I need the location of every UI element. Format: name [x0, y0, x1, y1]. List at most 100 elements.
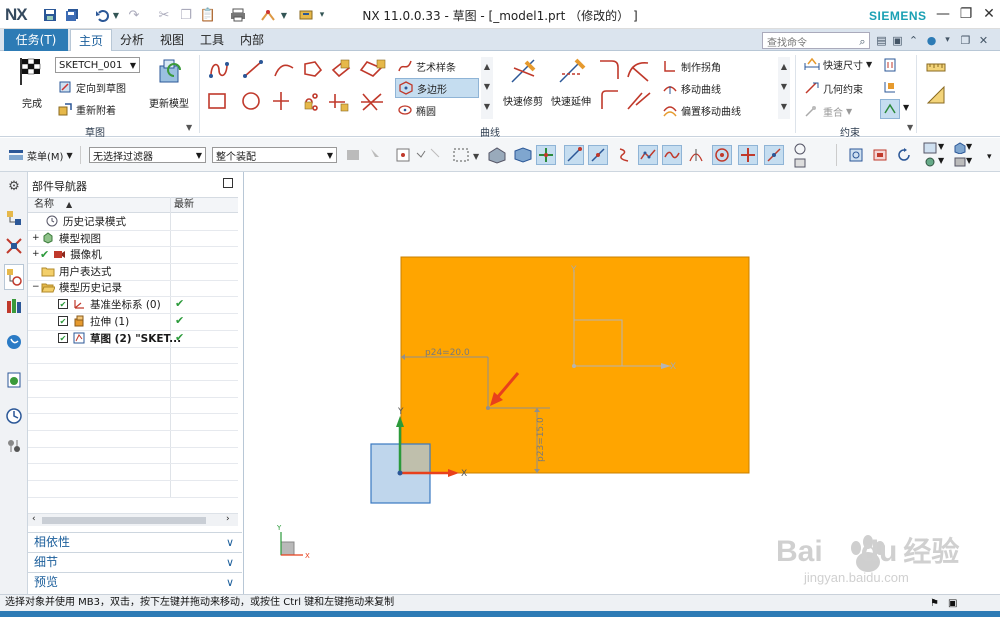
relations-browser-icon[interactable]	[880, 99, 900, 119]
tree-item-datum-csys[interactable]: ✔ 基准坐标系 (0)	[58, 296, 161, 313]
render-style-icon[interactable]	[920, 141, 940, 155]
snap-endpoint-icon[interactable]	[564, 145, 584, 165]
tree-item-model-history[interactable]: − 模型历史记录	[32, 279, 122, 296]
history-palette-icon[interactable]	[4, 370, 24, 390]
checkbox-checked[interactable]: ✔	[58, 333, 68, 344]
main-menu-button[interactable]: 菜单(M) ▼	[8, 147, 73, 163]
tab-internal[interactable]: 内部	[234, 29, 270, 51]
sort-ascending-icon[interactable]: ▲	[66, 197, 72, 213]
tab-analysis[interactable]: 分析	[114, 29, 150, 51]
quick-trim-button[interactable]: 快速修剪	[500, 55, 546, 108]
assembly-navigator-icon[interactable]	[4, 208, 24, 228]
snap-quadrant-icon[interactable]	[790, 142, 810, 156]
ruler-icon[interactable]	[926, 57, 946, 77]
checkbox-checked[interactable]: ✔	[58, 299, 68, 310]
help-icon[interactable]: ●	[924, 33, 939, 48]
background-icon[interactable]	[920, 155, 940, 169]
orient-view-dropdown-icon[interactable]: ▼	[966, 142, 972, 151]
horizontal-dimension[interactable]: p24=20.0	[425, 348, 470, 358]
edit-gallery-scroll[interactable]: ▲ ▼ ▼	[778, 57, 790, 119]
snap-arc-center-icon[interactable]	[712, 145, 732, 165]
flag-icon[interactable]: ⚑	[930, 596, 939, 612]
scroll-thumb[interactable]	[42, 517, 206, 524]
quick-extend-button[interactable]: 快速延伸	[548, 55, 594, 108]
angle-ruler-icon[interactable]	[926, 85, 946, 105]
reuse-library-icon[interactable]	[4, 296, 24, 316]
part-navigator-icon[interactable]	[4, 264, 24, 290]
type-filter-select[interactable]: 无选择过滤器 ▼	[89, 147, 206, 163]
render-style-dropdown-icon[interactable]: ▼	[938, 142, 944, 151]
snap-control-point-icon[interactable]	[614, 145, 634, 165]
show-constraints-icon[interactable]	[880, 77, 900, 97]
minimize-button[interactable]: —	[932, 4, 954, 24]
tree-item-history-mode[interactable]: 历史记录模式	[36, 213, 126, 230]
search-icon[interactable]: ⌕	[855, 34, 870, 49]
expand-icon[interactable]: +	[32, 233, 40, 243]
toolbar-options-icon[interactable]: ▾	[987, 152, 992, 162]
tree-item-sketch[interactable]: ✔ 草图 (2) "SKET...	[58, 330, 181, 347]
close-button[interactable]: ✕	[978, 4, 1000, 24]
settings-gear-icon[interactable]: ⚙	[4, 176, 24, 196]
restore-button[interactable]: ❐	[955, 4, 977, 24]
background-dropdown-icon[interactable]: ▼	[938, 156, 944, 165]
collapse-icon[interactable]: −	[32, 282, 40, 292]
snap-midpoint-icon[interactable]	[536, 145, 556, 165]
column-name-header[interactable]: 名称	[34, 197, 54, 213]
visible-check-icon[interactable]: ✔	[40, 248, 49, 261]
dependencies-section[interactable]: 相依性 ∨	[28, 532, 242, 551]
selection-scope-select[interactable]: 整个装配 ▼	[212, 147, 337, 163]
scroll-right-icon[interactable]: ›	[226, 514, 230, 524]
constraint-group-more-icon[interactable]: ▼	[907, 123, 913, 132]
tree-item-extrude[interactable]: ✔ 拉伸 (1)	[58, 313, 129, 330]
fit-view-icon[interactable]	[846, 145, 866, 165]
coincident-dropdown-icon[interactable]: ▼	[846, 107, 852, 116]
reattach-button[interactable]: 重新附着	[57, 101, 116, 117]
section-dropdown-icon[interactable]: ▼	[966, 156, 972, 165]
update-model-button[interactable]: 更新模型	[146, 55, 192, 110]
geometric-constraint-button[interactable]: 几何约束	[804, 80, 863, 96]
finish-sketch-button[interactable]: 完成	[10, 55, 54, 110]
snap-intersection-icon[interactable]	[638, 145, 658, 165]
vertical-dimension[interactable]: p23=15.0	[536, 417, 546, 462]
horizontal-scrollbar[interactable]: ‹ ›	[28, 513, 238, 526]
tab-view[interactable]: 视图	[154, 29, 190, 51]
rotate-view-icon[interactable]	[894, 145, 914, 165]
art-spline-button[interactable]: 艺术样条	[395, 57, 479, 75]
coincident-button[interactable]: 重合 ▼	[804, 103, 852, 119]
snap-existing-point-icon[interactable]	[738, 145, 758, 165]
constraint-navigator-icon[interactable]	[4, 236, 24, 256]
relations-dropdown-icon[interactable]: ▼	[903, 103, 909, 112]
zoom-view-icon[interactable]	[870, 145, 890, 165]
snap-curve-icon[interactable]	[662, 145, 682, 165]
doc-restore-icon[interactable]: ❐	[958, 33, 973, 48]
dimension-lock-icon[interactable]	[880, 55, 900, 75]
preview-section[interactable]: 预览 ∨	[28, 572, 242, 591]
status-window-icon[interactable]: ▣	[948, 596, 957, 612]
tab-tools[interactable]: 工具	[194, 29, 230, 51]
sketch-group-more-icon[interactable]: ▼	[186, 123, 192, 132]
rapid-dimension-button[interactable]: 快速尺寸 ▼	[804, 56, 872, 72]
orient-to-sketch-button[interactable]: 定向到草图	[57, 79, 126, 95]
layout-icon[interactable]: ▣	[890, 33, 905, 48]
move-curve-button[interactable]: 移动曲线	[662, 80, 721, 96]
maximize-panel-button[interactable]	[223, 178, 233, 188]
command-search-input[interactable]: 查找命令	[762, 32, 870, 49]
column-latest-header[interactable]: 最新	[174, 197, 194, 213]
snap-tangent-icon[interactable]	[686, 145, 706, 165]
tab-home[interactable]: 主页	[70, 29, 112, 51]
snap-midline-icon[interactable]	[588, 145, 608, 165]
system-materials-icon[interactable]	[4, 436, 24, 456]
tree-item-user-expressions[interactable]: 用户表达式	[40, 263, 112, 280]
make-corner-button[interactable]: 制作拐角	[662, 58, 721, 74]
doc-close-icon[interactable]: ✕	[976, 33, 991, 48]
scroll-left-icon[interactable]: ‹	[32, 514, 36, 524]
curve-gallery-scroll[interactable]: ▲ ▼ ▼	[481, 57, 493, 119]
ribbon-options-icon[interactable]: ▤	[874, 33, 889, 48]
snap-bounded-icon[interactable]	[790, 156, 810, 170]
task-menu-button[interactable]: 任务(T)	[4, 29, 68, 51]
snap-point-on-curve-icon[interactable]	[764, 145, 784, 165]
ellipse-button[interactable]: 椭圆	[395, 101, 479, 119]
tree-item-model-views[interactable]: + 模型视图	[32, 230, 101, 247]
collapse-ribbon-icon[interactable]: ⌃	[906, 33, 921, 48]
offset-move-curve-button[interactable]: 偏置移动曲线	[662, 102, 741, 118]
